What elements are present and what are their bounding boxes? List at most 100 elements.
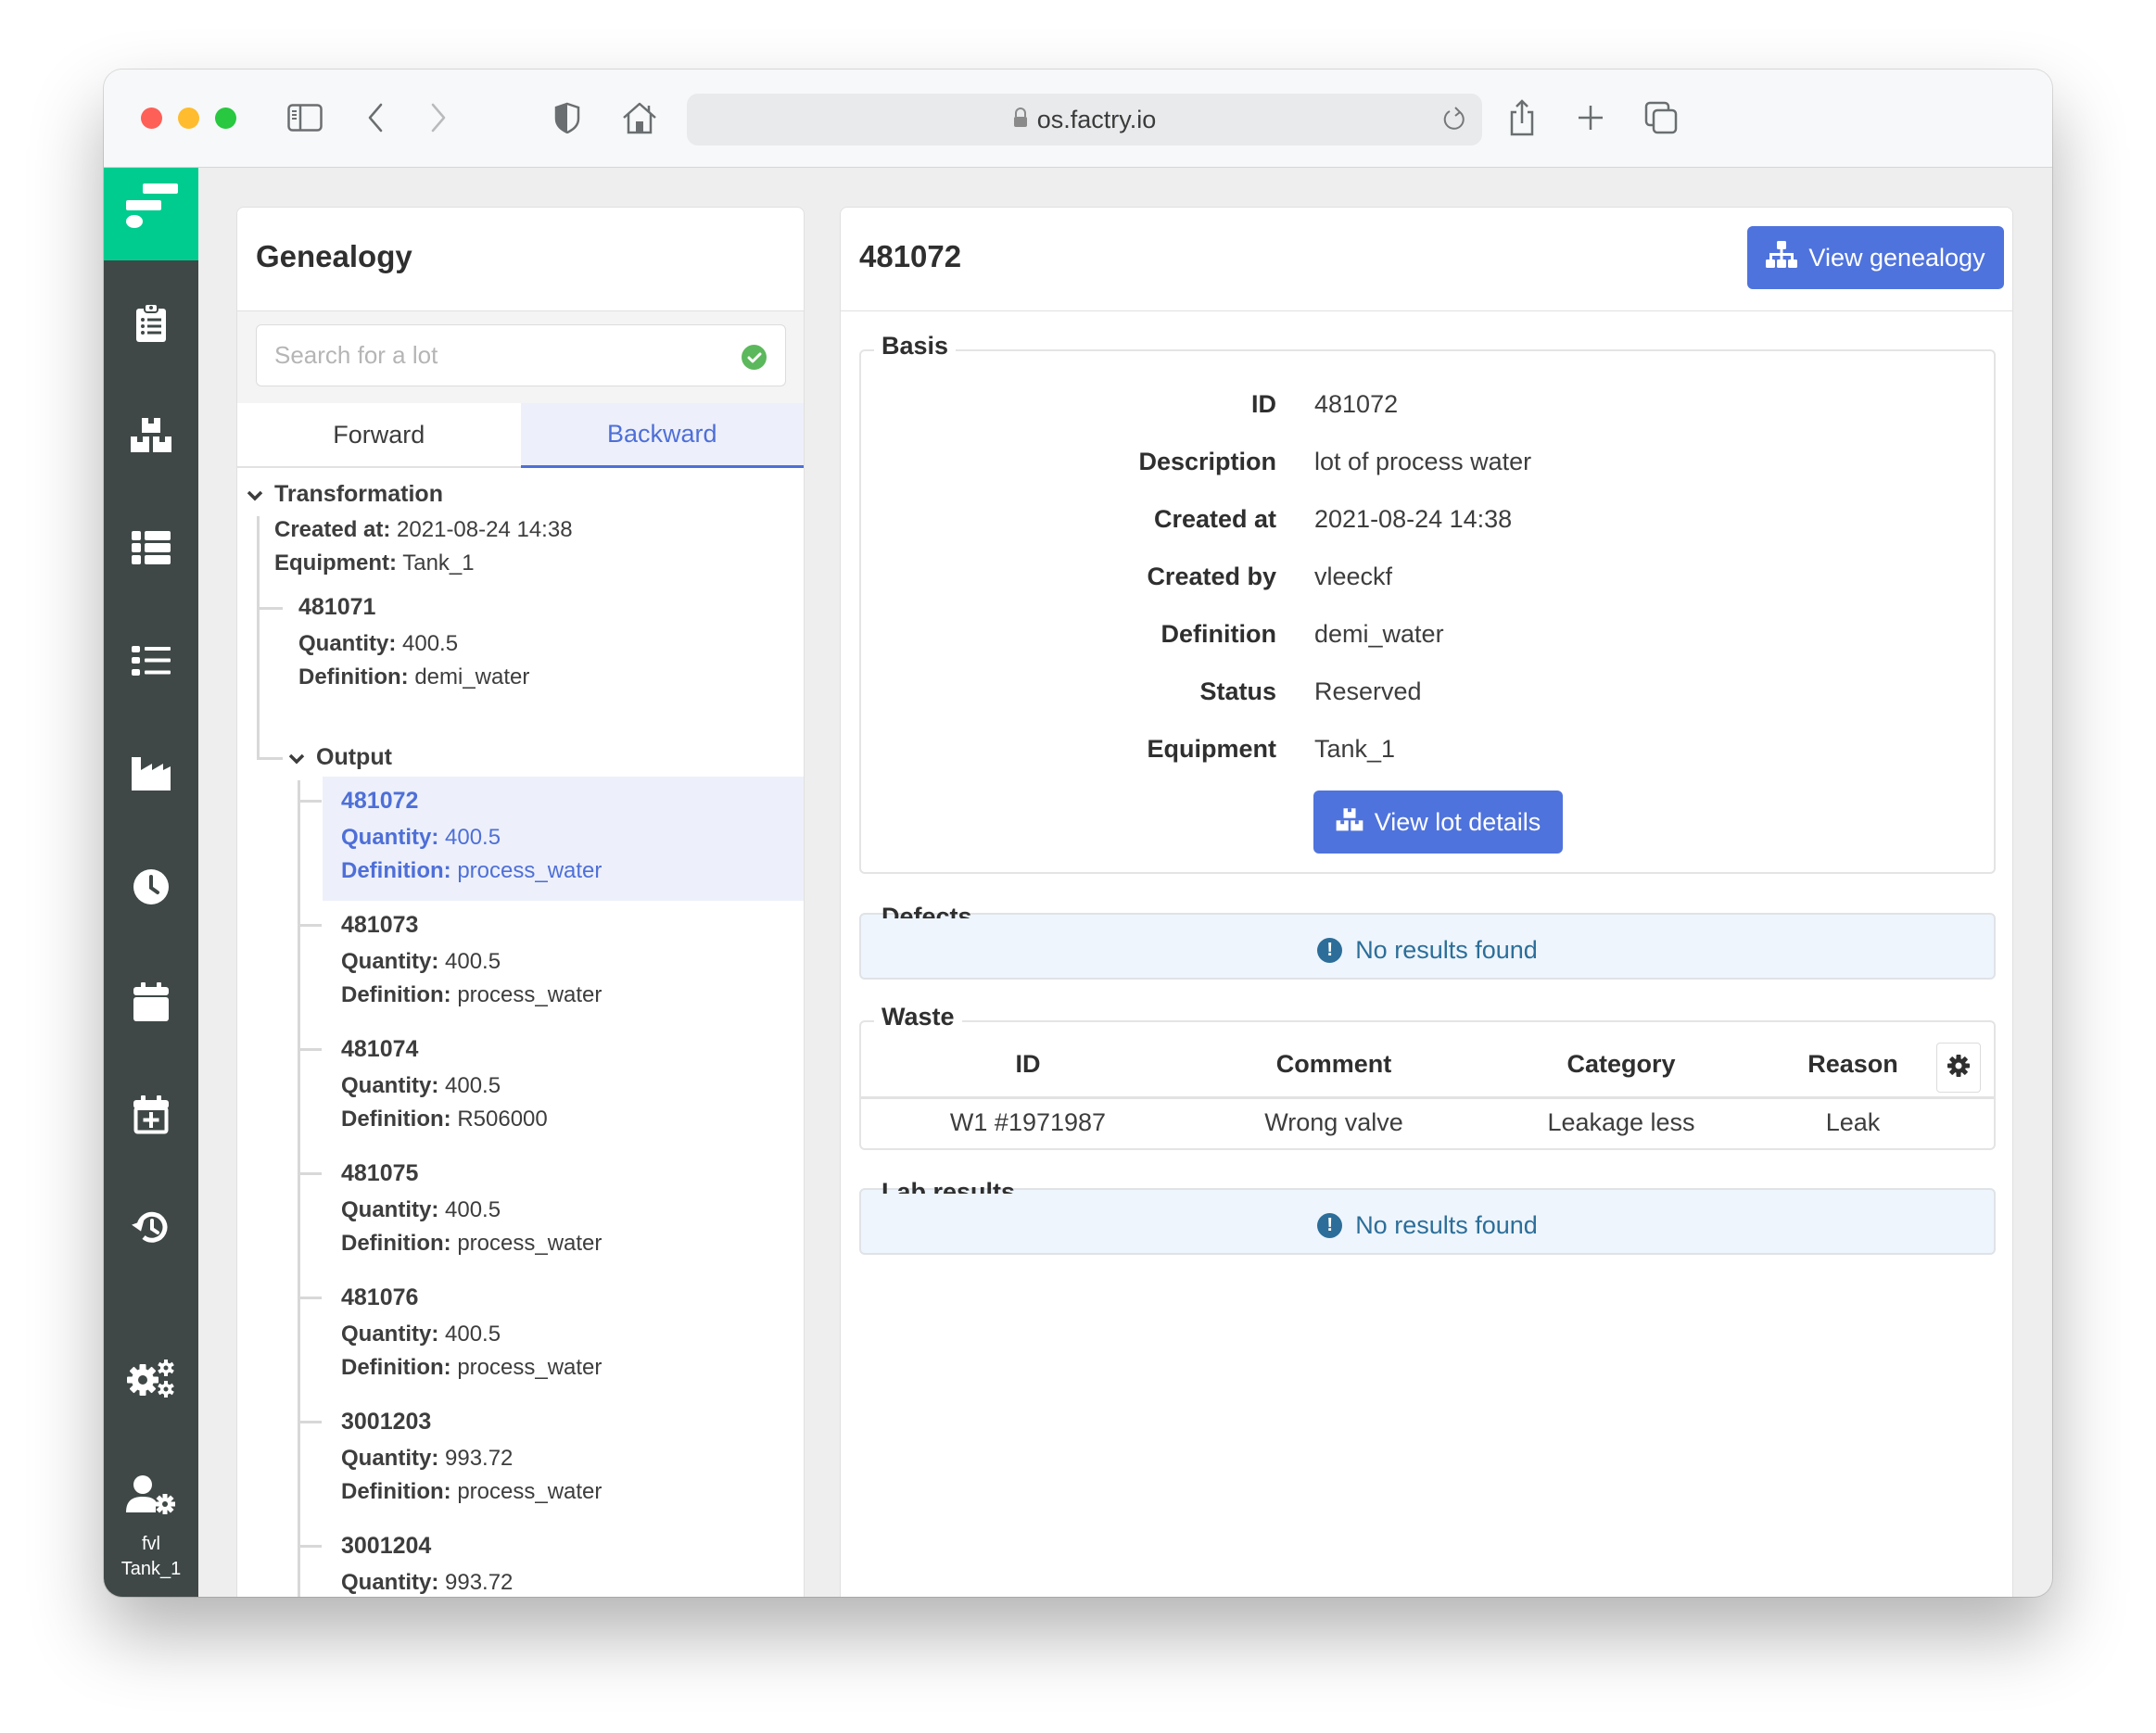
minimize-window-button[interactable] — [178, 108, 199, 129]
transformation-equipment: Equipment: Tank_1 — [274, 550, 475, 576]
genealogy-panel: Genealogy Forward Backward Transformatio… — [236, 207, 805, 1597]
search-area — [237, 311, 804, 403]
app-sidebar: fvl Tank_1 — [104, 168, 198, 1597]
boxes-icon — [1336, 806, 1363, 839]
exclamation-circle-icon: ! — [1317, 1212, 1343, 1238]
lot-detail-panel: 481072 View genealogy Basis ID 481072 Des… — [840, 207, 2013, 1597]
basis-row-created-at: Created at 2021-08-24 14:38 — [1153, 505, 1513, 533]
tree-line — [298, 924, 322, 927]
forward-icon[interactable] — [425, 97, 452, 138]
lot-detail-header: 481072 View genealogy — [841, 208, 2012, 311]
list-icon[interactable] — [104, 633, 198, 689]
output-lot-481075[interactable]: 481075 Quantity: 400.5 Definition: proce… — [341, 1157, 602, 1260]
waste-col-reason[interactable]: Reason — [1760, 1050, 1946, 1079]
defects-empty-message: ! No results found — [861, 931, 1994, 968]
genealogy-header: Genealogy — [237, 208, 804, 311]
valid-check-icon — [742, 345, 767, 370]
tab-backward[interactable]: Backward — [520, 403, 804, 468]
waste-col-comment[interactable]: Comment — [1213, 1050, 1454, 1079]
basis-row-equipment: Equipment Tank_1 — [1147, 735, 1396, 763]
chevron-down-icon — [247, 478, 263, 512]
calendar-icon[interactable] — [104, 974, 198, 1030]
direction-tabs: Forward Backward — [237, 403, 804, 468]
genealogy-title: Genealogy — [256, 239, 412, 273]
history-icon[interactable] — [104, 1200, 198, 1256]
chevron-down-icon — [288, 741, 305, 775]
waste-col-id[interactable]: ID — [935, 1050, 1121, 1079]
input-lot-481071[interactable]: 481071 Quantity: 400.5 Definition: demi_… — [298, 590, 529, 694]
lot-title: 481072 — [859, 239, 962, 273]
transformation-created-at: Created at: 2021-08-24 14:38 — [274, 517, 573, 542]
lab-results-section: Lab results ! No results found — [859, 1178, 1996, 1255]
output-lot-481073[interactable]: 481073 Quantity: 400.5 Definition: proce… — [341, 908, 602, 1012]
user-cog-icon[interactable] — [104, 1467, 198, 1523]
clipboard-list-icon[interactable] — [104, 296, 198, 351]
output-lot-481074[interactable]: 481074 Quantity: 400.5 Definition: R5060… — [341, 1032, 548, 1136]
user-equipment: Tank_1 — [120, 1559, 182, 1579]
view-lot-details-button[interactable]: View lot details — [1313, 791, 1563, 854]
output-lot-481076[interactable]: 481076 Quantity: 400.5 Definition: proce… — [341, 1281, 602, 1385]
tree-line — [298, 1545, 322, 1548]
tree-line — [257, 607, 283, 610]
share-icon[interactable] — [1505, 97, 1539, 138]
sidebar-toggle-icon[interactable] — [285, 97, 325, 138]
browser-window: os.factry.io fvl Tank_1 Genealogy Search… — [104, 70, 2052, 1597]
address-bar[interactable]: os.factry.io — [687, 94, 1482, 145]
output-node[interactable]: Output — [288, 740, 392, 775]
waste-legend: Waste — [874, 1002, 962, 1031]
defects-legend: Defects — [881, 903, 972, 918]
shield-icon[interactable] — [552, 97, 583, 138]
tree-line — [298, 780, 300, 1597]
back-icon[interactable] — [361, 97, 389, 138]
user-name: fvl — [142, 1534, 160, 1554]
reload-icon[interactable] — [1439, 105, 1469, 134]
basis-legend: Basis — [874, 331, 957, 361]
calendar-plus-icon[interactable] — [104, 1087, 198, 1143]
output-lot-481072[interactable]: 481072 Quantity: 400.5 Definition: proce… — [341, 784, 602, 888]
tab-forward[interactable]: Forward — [237, 403, 521, 466]
browser-titlebar: os.factry.io — [104, 70, 2052, 168]
lock-icon — [1013, 106, 1028, 134]
tabs-overview-icon[interactable] — [1642, 97, 1680, 138]
transformation-node[interactable]: Transformation — [247, 477, 443, 512]
view-genealogy-button[interactable]: View genealogy — [1747, 226, 2004, 289]
new-tab-icon[interactable] — [1575, 97, 1606, 138]
basis-row-definition: Definition demi_water — [1160, 620, 1444, 648]
tree-line — [298, 1421, 322, 1423]
table-header-divider — [861, 1096, 1994, 1099]
clock-icon[interactable] — [104, 859, 198, 915]
tree-line — [298, 1048, 322, 1051]
basis-row-status: Status Reserved — [1199, 677, 1422, 705]
boxes-icon[interactable] — [104, 407, 198, 462]
lab-results-empty-message: ! No results found — [861, 1207, 1994, 1244]
waste-cell-id: W1 #1971987 — [949, 1108, 1107, 1136]
waste-cell-comment: Wrong valve — [1264, 1108, 1403, 1136]
waste-col-category[interactable]: Category — [1491, 1050, 1751, 1079]
exclamation-circle-icon: ! — [1317, 937, 1343, 963]
genealogy-tree: Transformation Created at: 2021-08-24 14… — [237, 470, 804, 1597]
waste-section: Waste ID Comment Category Reason W1 #197… — [859, 1002, 1996, 1150]
output-lot-3001203[interactable]: 3001203 Quantity: 993.72 Definition: pro… — [341, 1405, 602, 1509]
output-lot-3001204[interactable]: 3001204 Quantity: 993.72 — [341, 1529, 513, 1597]
lab-results-legend: Lab results — [881, 1178, 1016, 1194]
table-list-icon[interactable] — [104, 520, 198, 576]
basis-row-created-by: Created by vleeckf — [1147, 563, 1393, 590]
industry-icon[interactable] — [104, 746, 198, 802]
lot-search-input[interactable] — [256, 324, 786, 386]
close-window-button[interactable] — [141, 108, 162, 129]
factry-logo[interactable] — [104, 168, 198, 260]
gear-icon — [1947, 1054, 1971, 1082]
basis-section: Basis ID 481072 Description lot of process… — [859, 331, 1996, 874]
url-text: os.factry.io — [1036, 105, 1157, 133]
home-icon[interactable] — [619, 97, 660, 138]
table-settings-button[interactable] — [1936, 1043, 1981, 1093]
maximize-window-button[interactable] — [215, 108, 236, 129]
basis-row-description: Description lot of process water — [1138, 448, 1532, 475]
tree-line — [298, 800, 322, 803]
cogs-icon[interactable] — [104, 1350, 198, 1406]
defects-section: Defects ! No results found — [859, 903, 1996, 980]
tree-line — [298, 1172, 322, 1175]
tree-line — [257, 516, 260, 759]
tree-line — [257, 757, 283, 760]
tree-line — [298, 1297, 322, 1299]
